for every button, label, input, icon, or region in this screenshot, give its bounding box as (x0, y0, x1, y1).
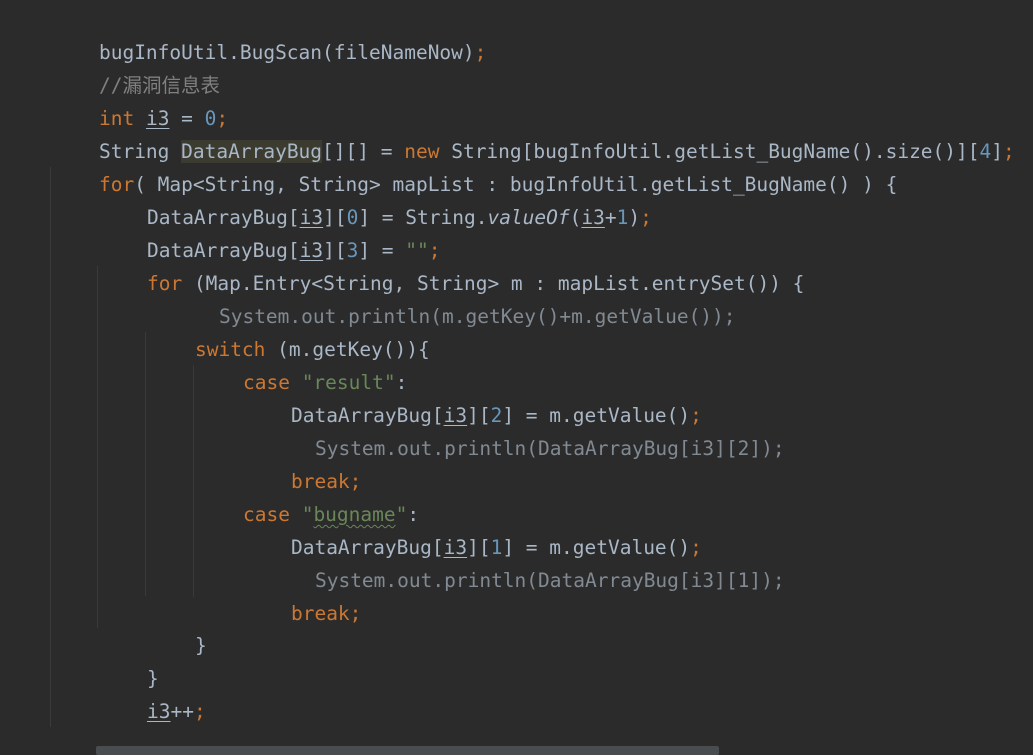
keyword: break (290, 602, 350, 625)
code-line[interactable]: switch (m.getKey()){ (148, 300, 430, 361)
indent-guide (50, 167, 51, 727)
code-line[interactable]: for (Map.Entry<String, String> m : mapLi… (100, 234, 804, 295)
code-line[interactable]: bugInfoUtil.BugScan(fileNameNow); (52, 3, 486, 64)
code-line[interactable]: } (148, 596, 207, 657)
indent-guide (97, 266, 98, 628)
code-line[interactable]: for( Map<String, String> mapList : bugIn… (52, 135, 897, 196)
operator: ++ (170, 700, 194, 723)
number: 4 (979, 140, 992, 163)
code-line[interactable]: break; (244, 432, 361, 493)
horizontal-scrollbar-thumb[interactable] (96, 746, 719, 755)
operator: + (604, 206, 617, 229)
static-method: valueOf (487, 206, 570, 229)
code-editor[interactable]: bugInfoUtil.BugScan(fileNameNow); //漏洞信息… (0, 0, 1033, 755)
code-line[interactable]: System.out.println(m.getKey()+m.getValue… (172, 267, 736, 328)
code-text: ] (991, 140, 1004, 163)
code-line[interactable]: case "result": (196, 333, 407, 394)
code-line[interactable]: case "bugname": (196, 465, 419, 526)
closing-brace: } (194, 634, 207, 657)
code-line[interactable]: DataArrayBug[i3][0] = String.valueOf(i3+… (100, 168, 652, 229)
commented-code: System.out.println(DataArrayBug[i3][1]); (314, 569, 785, 592)
variable: i3 (581, 206, 605, 229)
code-line[interactable]: int i3 = 0; (52, 69, 228, 130)
semicolon: ; (193, 700, 206, 723)
code-line[interactable]: } (100, 629, 159, 690)
code-line[interactable]: String DataArrayBug[][] = new String[bug… (52, 102, 1015, 163)
code-line[interactable]: System.out.println(DataArrayBug[i3][1]); (268, 531, 785, 592)
semicolon: ; (1003, 140, 1015, 163)
code-line[interactable]: DataArrayBug[i3][3] = ""; (100, 201, 441, 262)
code-text: ( (569, 206, 582, 229)
commented-code: System.out.println(DataArrayBug[i3][2]); (314, 437, 785, 460)
code-line[interactable]: System.out.println(DataArrayBug[i3][2]); (268, 399, 785, 460)
code-line[interactable]: i3++; (100, 662, 206, 723)
code-line[interactable]: DataArrayBug[i3][2] = m.getValue(); (244, 366, 702, 427)
semicolon: ; (474, 41, 487, 64)
code-line[interactable]: //漏洞信息表 (52, 36, 220, 97)
indent-guide (145, 332, 146, 596)
number: 1 (616, 206, 629, 229)
semicolon: ; (349, 602, 362, 625)
semicolon: ; (640, 206, 652, 229)
indent-guide (193, 365, 194, 597)
variable: i3 (146, 700, 171, 723)
code-text: ) (628, 206, 641, 229)
code-line[interactable]: break; (244, 564, 361, 625)
code-line[interactable]: DataArrayBug[i3][1] = m.getValue(); (244, 498, 702, 559)
